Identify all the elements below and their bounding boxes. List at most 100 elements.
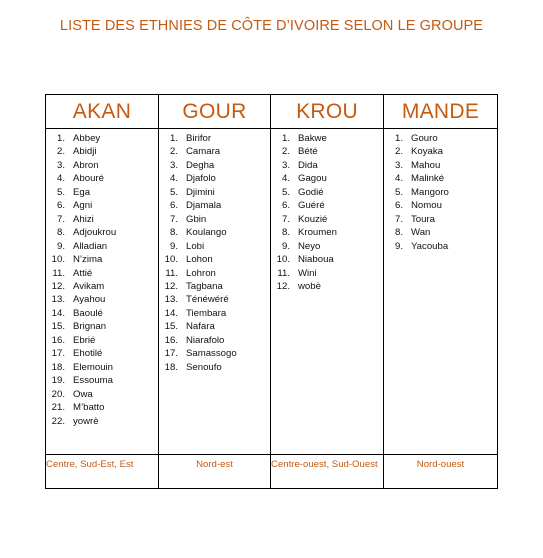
- list-item: 8. Wan: [384, 226, 497, 239]
- list-item: 7. Toura: [384, 213, 497, 226]
- region-cell-krou: Centre-ouest, Sud-Ouest: [270, 454, 384, 489]
- list-item: 14. Baoulé: [46, 307, 158, 320]
- list-item: 11. Wini: [271, 267, 383, 280]
- list-item-number: 22.: [51, 415, 65, 427]
- list-cell-akan: 1. Abbey 2. Abidji 3. Abron 4. Abouré 5. Ega 6. Agn…: [45, 128, 159, 455]
- list-item-number: 11.: [277, 267, 290, 279]
- list-item-label: Dida: [298, 159, 318, 171]
- ethnie-list-mande: 1. Gouro 2. Koyaka 3. Mahou 4. Malinké 5. Mangoro…: [384, 132, 497, 253]
- list-item-label: Attié: [73, 267, 93, 279]
- list-item-number: 11.: [165, 267, 178, 279]
- list-item-number: 3.: [56, 159, 65, 171]
- list-item-label: Tagbana: [186, 280, 223, 292]
- list-item-label: Lohron: [186, 267, 216, 279]
- list-item-number: 5.: [169, 186, 178, 198]
- list-item-number: 1.: [169, 133, 178, 144]
- list-item-label: Birifor: [186, 133, 212, 144]
- list-item: 9. Alladian: [46, 240, 158, 253]
- list-item: 7. Ahizi: [46, 213, 158, 226]
- list-item-number: 12.: [164, 280, 178, 292]
- list-item-number: 8.: [394, 227, 403, 239]
- list-item: 4. Gagou: [271, 172, 383, 185]
- group-header-krou: KROU: [270, 94, 384, 129]
- list-item-number: 8.: [281, 227, 290, 239]
- list-item-number: 6.: [394, 200, 403, 212]
- list-item: 17. Samassogo: [159, 347, 270, 360]
- list-item: 3. Dida: [271, 159, 383, 172]
- ethnic-groups-table: AKAN GOUR KROU MANDE 1. Abbey 2. Abidji 3. Ab…: [45, 94, 498, 489]
- list-item: 2. Bété: [271, 145, 383, 158]
- list-item-label: Avikam: [73, 280, 105, 292]
- list-item: 5. Ega: [46, 186, 158, 199]
- list-item-label: Abouré: [73, 173, 104, 185]
- list-item-label: N’zima: [73, 254, 103, 266]
- list-item-number: 5.: [281, 186, 290, 198]
- list-item-label: Niaboua: [298, 254, 334, 266]
- list-item: 6. Djamala: [159, 199, 270, 212]
- region-akan: Centre, Sud-Est, Est: [46, 459, 134, 470]
- list-item: 15. Nafara: [159, 320, 270, 333]
- list-item-label: Nafara: [186, 321, 215, 333]
- list-item: 5. Mangoro: [384, 186, 497, 199]
- list-item: 10. Lohon: [159, 253, 270, 266]
- list-item-label: Alladian: [73, 240, 108, 252]
- list-item-number: 1.: [394, 133, 403, 144]
- list-item-label: Abidji: [73, 146, 97, 158]
- list-item-label: Camara: [186, 146, 221, 158]
- list-item-label: Abron: [73, 159, 99, 171]
- list-item-number: 4.: [281, 173, 290, 185]
- list-item-label: Nomou: [411, 200, 442, 212]
- list-item-number: 20.: [51, 388, 65, 400]
- list-item-number: 3.: [394, 159, 403, 171]
- list-item-label: Godié: [298, 186, 324, 198]
- list-item-label: yowrè: [73, 415, 99, 427]
- list-item: 3. Abron: [46, 159, 158, 172]
- group-header-akan: AKAN: [45, 94, 159, 129]
- list-item-label: Ayahou: [73, 294, 106, 306]
- list-item-label: Toura: [411, 213, 435, 225]
- ethnie-list-krou: 1. Bakwe 2. Bété 3. Dida 4. Gagou 5. Godié 6. Guéré…: [271, 132, 383, 293]
- list-item-label: Gouro: [411, 133, 438, 144]
- list-item-number: 7.: [169, 213, 178, 225]
- page-title: LISTE DES ETHNIES DE CÔTE D’IVOIRE SELON…: [59, 18, 484, 34]
- list-item-number: 7.: [394, 213, 403, 225]
- list-cell-mande: 1. Gouro 2. Koyaka 3. Mahou 4. Malinké 5. Mangoro…: [383, 128, 498, 455]
- header-row: AKAN GOUR KROU MANDE: [45, 94, 498, 129]
- list-item-number: 2.: [394, 146, 403, 158]
- list-item-number: 9.: [56, 240, 65, 252]
- list-item-number: 17.: [51, 348, 65, 360]
- list-item: 1. Bakwe: [271, 132, 383, 145]
- list-item-number: 14.: [164, 307, 178, 319]
- list-item-number: 1.: [56, 133, 65, 144]
- list-item-label: Djafolo: [186, 173, 216, 185]
- list-item: 6. Guéré: [271, 199, 383, 212]
- list-item: 7. Kouzié: [271, 213, 383, 226]
- list-item: 11. Attié: [46, 267, 158, 280]
- list-item: 19. Essouma: [46, 374, 158, 387]
- list-item-number: 17.: [164, 348, 178, 360]
- list-item: 4. Djafolo: [159, 172, 270, 185]
- list-item: 1. Birifor: [159, 132, 270, 145]
- list-item-label: Mangoro: [411, 186, 449, 198]
- list-item-number: 10.: [51, 254, 65, 266]
- list-item-label: Bakwe: [298, 133, 327, 144]
- list-item-number: 13.: [164, 294, 178, 306]
- list-item: 16. Ebrié: [46, 334, 158, 347]
- list-item: 11. Lohron: [159, 267, 270, 280]
- list-item-label: Brignan: [73, 321, 107, 333]
- region-gour: Nord-est: [196, 459, 233, 470]
- list-item: 9. Neyo: [271, 240, 383, 253]
- list-item: 2. Camara: [159, 145, 270, 158]
- list-item-label: Owa: [73, 388, 93, 400]
- list-item-number: 16.: [164, 334, 178, 346]
- list-item-number: 5.: [56, 186, 65, 198]
- list-item: 1. Abbey: [46, 132, 158, 145]
- list-item-label: Djamala: [186, 200, 222, 212]
- list-item-label: Samassogo: [186, 348, 237, 360]
- list-item-label: Mahou: [411, 159, 441, 171]
- list-item-number: 2.: [281, 146, 290, 158]
- list-item-label: wobè: [298, 280, 321, 292]
- region-mande: Nord-ouest: [416, 459, 465, 470]
- list-item-label: Ehotilé: [73, 348, 103, 360]
- list-item-label: Lobi: [186, 240, 205, 252]
